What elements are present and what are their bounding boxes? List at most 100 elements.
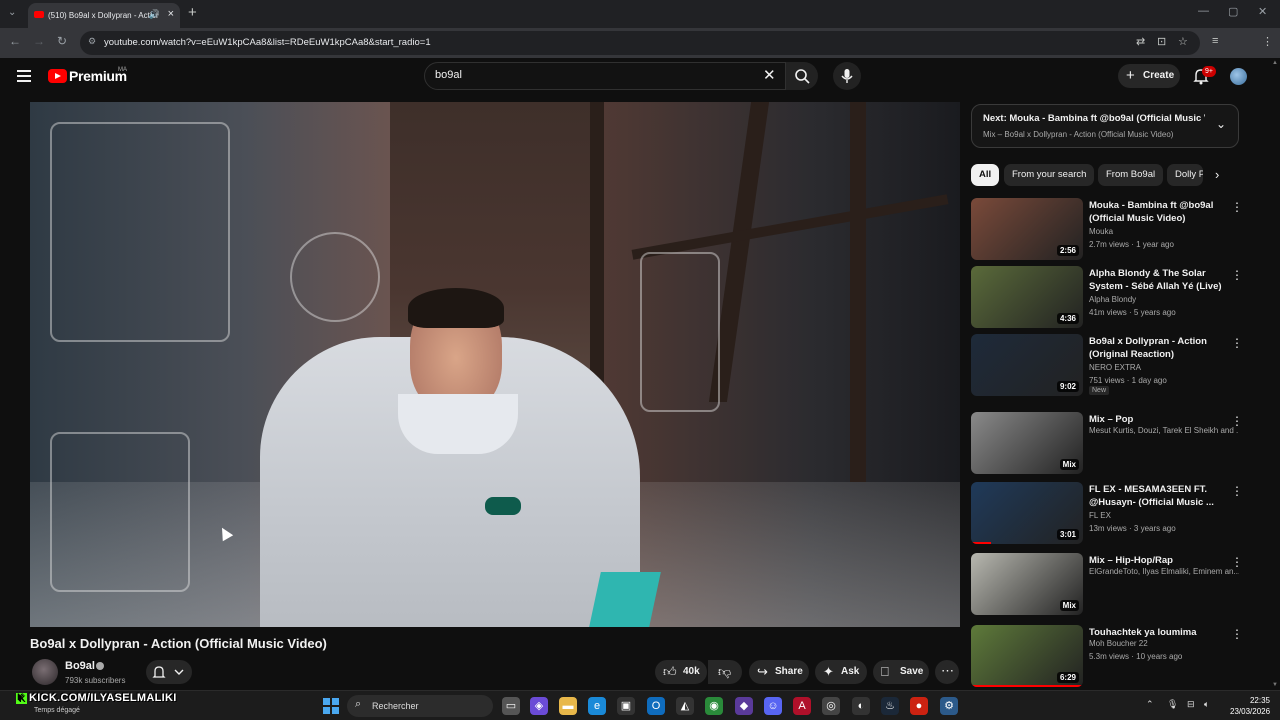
recommendation-item[interactable]: Mix Mix – Pop Mesut Kurtis, Douzi, Tarek E…: [971, 412, 1243, 476]
more-vertical-icon[interactable]: ⋮: [1231, 627, 1243, 641]
chip-from-bo9al[interactable]: From Bo9al: [1098, 164, 1164, 186]
scroll-up-icon[interactable]: ▲: [1272, 60, 1278, 66]
recommendation-channel[interactable]: Alpha Blondy: [1089, 295, 1239, 304]
microphone-tray-icon[interactable]: 🎙︎: [1167, 699, 1178, 710]
site-info-icon[interactable]: ⚙: [88, 36, 96, 47]
recommendation-channel[interactable]: Mesut Kurtis, Douzi, Tarek El Sheikh and…: [1089, 426, 1239, 435]
acrobat-icon[interactable]: A: [793, 697, 811, 715]
more-vertical-icon[interactable]: ⋮: [1231, 555, 1243, 569]
store-icon[interactable]: ▣: [617, 697, 635, 715]
clear-search-icon[interactable]: ✕: [763, 66, 776, 84]
address-bar[interactable]: ⚙ youtube.com/watch?v=eEuW1kpCAa8&list=R…: [80, 31, 1200, 55]
more-vertical-icon[interactable]: ⋮: [1231, 484, 1243, 498]
recommendation-item[interactable]: 9:02 Bo9al x Dollypran - Action (Original …: [971, 334, 1243, 398]
recommendation-title[interactable]: FL EX - MESAMA3EEN FT. @Husayn- (Official…: [1089, 483, 1229, 509]
video-thumbnail[interactable]: 4:36: [971, 266, 1083, 328]
chip-all[interactable]: All: [971, 164, 1000, 186]
app-icon-2[interactable]: ◐: [852, 697, 870, 715]
app-icon[interactable]: ◭: [676, 697, 694, 715]
translate-icon[interactable]: ⇄: [1136, 35, 1145, 48]
recommendation-item[interactable]: 4:36 Alpha Blondy & The Solar System - Séb…: [971, 266, 1243, 330]
youtube-logo-icon[interactable]: [48, 69, 67, 83]
recommendation-item[interactable]: 3:01 FL EX - MESAMA3EEN FT. @Husayn- (Offi…: [971, 482, 1243, 546]
chip-dolly[interactable]: Dolly P: [1167, 164, 1203, 186]
up-next-card[interactable]: Next: Mouka - Bambina ft @bo9al (Officia…: [971, 104, 1239, 148]
close-window-icon[interactable]: ✕: [1258, 5, 1267, 18]
scroll-down-icon[interactable]: ▼: [1272, 682, 1278, 688]
video-thumbnail[interactable]: Mix: [971, 412, 1083, 474]
video-thumbnail[interactable]: 2:56: [971, 198, 1083, 260]
weather-text[interactable]: Temps dégagé: [34, 707, 80, 714]
network-icon[interactable]: ⊟: [1187, 699, 1195, 710]
recommendation-title[interactable]: Mouka - Bambina ft @bo9al (Official Music…: [1089, 199, 1229, 225]
recommendation-channel[interactable]: ElGrandeToto, Ilyas Elmaliki, Eminem an.…: [1089, 567, 1239, 576]
new-tab-icon[interactable]: +: [188, 4, 197, 21]
search-button[interactable]: [786, 62, 818, 90]
menu-icon[interactable]: [17, 70, 31, 82]
start-button[interactable]: [323, 698, 339, 714]
bookmark-star-icon[interactable]: ☆: [1178, 35, 1188, 48]
recommendation-channel[interactable]: Moh Boucher 22: [1089, 639, 1239, 648]
recommendation-channel[interactable]: NERO EXTRA: [1089, 363, 1239, 372]
recommendation-title[interactable]: Alpha Blondy & The Solar System - Sébé Al…: [1089, 267, 1229, 293]
channel-avatar[interactable]: [32, 659, 58, 685]
account-avatar[interactable]: [1230, 68, 1247, 85]
video-thumbnail[interactable]: Mix: [971, 553, 1083, 615]
recommendation-item[interactable]: 6:29 Touhachtek ya loumima Moh Boucher 22 5…: [971, 625, 1243, 689]
browser-tab[interactable]: (510) Bo9al x Dollypran - Action (Offici…: [28, 3, 180, 28]
tray-expand-icon[interactable]: ⌃: [1146, 699, 1154, 710]
copilot-icon[interactable]: ◈: [530, 697, 548, 715]
chevron-down-icon[interactable]: ⌄: [1216, 117, 1226, 131]
taskbar-search[interactable]: ⌕ Rechercher: [347, 695, 493, 717]
steam-icon[interactable]: ♨: [881, 697, 899, 715]
back-icon[interactable]: ←: [9, 34, 21, 48]
more-vertical-icon[interactable]: ⋮: [1231, 414, 1243, 428]
more-vertical-icon[interactable]: ⋮: [1231, 200, 1243, 214]
recommendation-title[interactable]: Touhachtek ya loumima: [1089, 626, 1229, 639]
browser-menu-icon[interactable]: ⋮: [1262, 35, 1273, 48]
more-actions-button[interactable]: ⋯: [935, 660, 959, 684]
page-scrollbar[interactable]: ▲ ▼: [1270, 58, 1280, 690]
video-thumbnail[interactable]: 3:01: [971, 482, 1083, 544]
forward-icon[interactable]: →: [33, 34, 45, 48]
taskbar-clock[interactable]: 22:35 23/03/2026: [1230, 695, 1270, 717]
discord-icon[interactable]: ☺: [764, 697, 782, 715]
dislike-button[interactable]: 👎︎: [708, 660, 742, 684]
reload-icon[interactable]: ↻: [57, 34, 67, 48]
maximize-icon[interactable]: ▢: [1228, 5, 1238, 18]
like-button[interactable]: 👍︎ 40k: [655, 660, 707, 684]
create-button[interactable]: + Create: [1118, 64, 1180, 88]
video-thumbnail[interactable]: 6:29: [971, 625, 1083, 687]
more-vertical-icon[interactable]: ⋮: [1231, 336, 1243, 350]
recommendation-title[interactable]: Mix – Pop: [1089, 413, 1229, 426]
chrome-active-icon[interactable]: ◎: [822, 697, 840, 715]
subscription-bell-button[interactable]: [146, 660, 192, 684]
tab-list-icon[interactable]: ⌄: [8, 7, 16, 18]
more-vertical-icon[interactable]: ⋮: [1231, 268, 1243, 282]
video-thumbnail[interactable]: 9:02: [971, 334, 1083, 396]
video-player[interactable]: [30, 102, 960, 627]
speaker-icon[interactable]: 🔊: [149, 9, 160, 20]
save-button[interactable]: ⎕ Save: [873, 660, 929, 684]
recording-app-icon[interactable]: ●: [910, 697, 928, 715]
edge-icon[interactable]: e: [588, 697, 606, 715]
settings-icon[interactable]: ⚙: [940, 697, 958, 715]
share-button[interactable]: ↪ Share: [749, 660, 809, 684]
minimize-icon[interactable]: —: [1198, 5, 1209, 17]
install-icon[interactable]: ⊡: [1157, 35, 1166, 48]
recommendation-channel[interactable]: Mouka: [1089, 227, 1239, 236]
chip-from-your-search[interactable]: From your search: [1004, 164, 1095, 186]
task-view-icon[interactable]: ▭: [502, 697, 520, 715]
recommendation-title[interactable]: Mix – Hip-Hop/Rap: [1089, 554, 1229, 567]
voice-search-button[interactable]: [833, 62, 861, 90]
recommendation-item[interactable]: Mix Mix – Hip-Hop/Rap ElGrandeToto, Ilyas …: [971, 553, 1243, 617]
chevron-right-icon[interactable]: ›: [1215, 167, 1219, 182]
ask-button[interactable]: ✦ Ask: [815, 660, 867, 684]
recommendation-title[interactable]: Bo9al x Dollypran - Action (Original Reac…: [1089, 335, 1229, 361]
volume-icon[interactable]: 🔈︎: [1204, 699, 1209, 710]
close-tab-icon[interactable]: ×: [168, 8, 174, 20]
file-explorer-icon[interactable]: ▬: [559, 697, 577, 715]
recommendation-channel[interactable]: FL EX: [1089, 511, 1239, 520]
outlook-icon[interactable]: O: [647, 697, 665, 715]
game-icon[interactable]: ◆: [735, 697, 753, 715]
